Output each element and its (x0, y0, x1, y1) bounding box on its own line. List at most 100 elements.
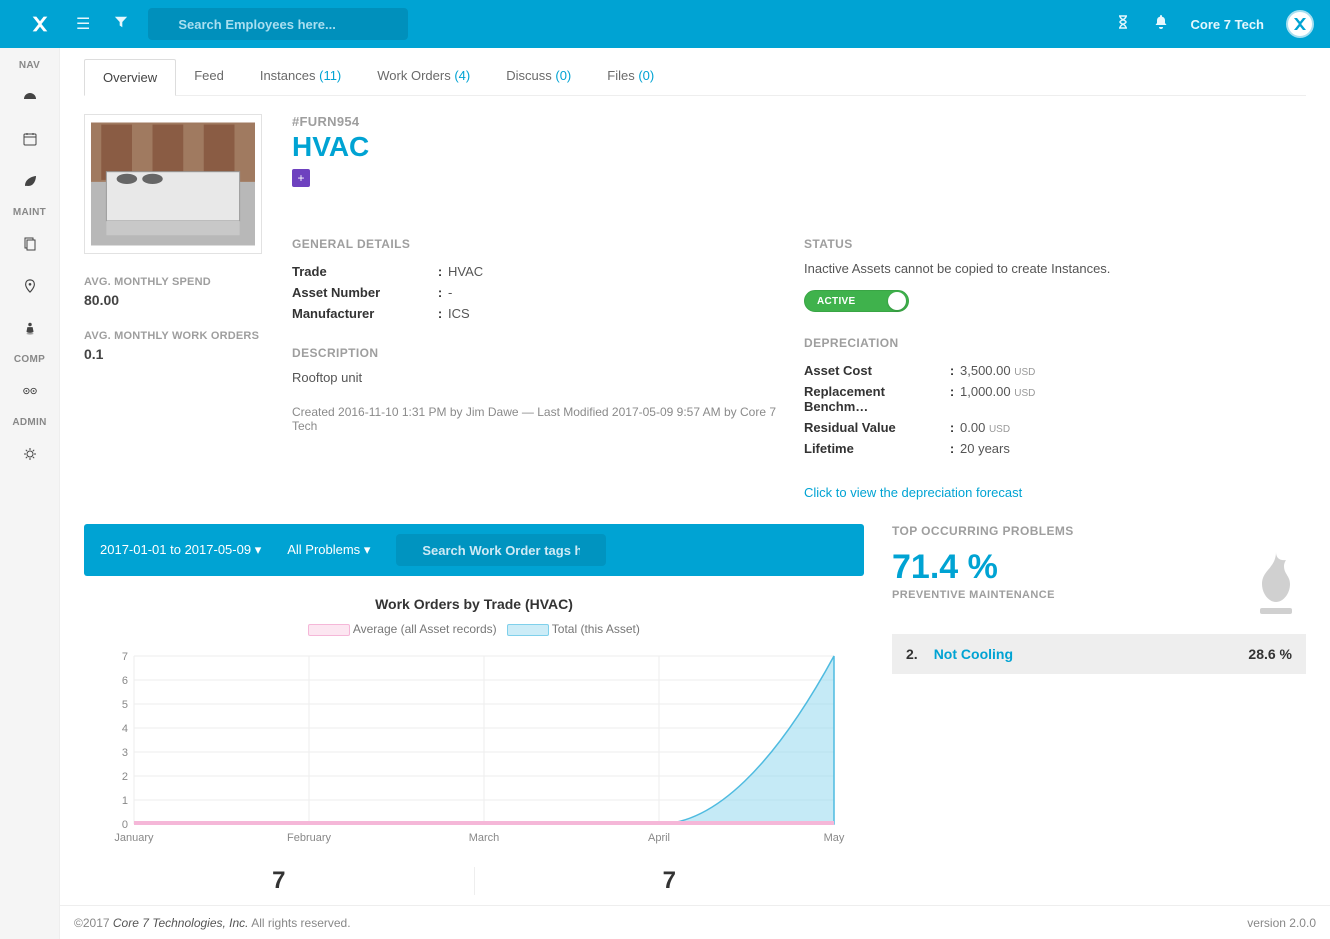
top-bar: ☰ Core 7 Tech (0, 0, 1330, 48)
active-toggle[interactable]: ACTIVE (804, 290, 909, 312)
problems-top-label: PREVENTIVE MAINTENANCE (892, 589, 1306, 601)
colon: : (432, 285, 448, 300)
overview-left-column: AVG. MONTHLY SPEND 80.00 AVG. MONTHLY WO… (84, 114, 264, 500)
problem-row[interactable]: 2. Not Cooling 28.6 % (892, 634, 1306, 674)
tab-files[interactable]: Files (0) (589, 58, 672, 95)
asset-code: #FURN954 (292, 114, 1306, 129)
depreciation-header: DEPRECIATION (804, 336, 1306, 350)
avg-wo-value: 0.1 (84, 346, 264, 362)
global-search-input[interactable] (148, 17, 408, 32)
tab-feed[interactable]: Feed (176, 58, 242, 95)
chart-search[interactable] (396, 534, 606, 566)
chart-toolbar: 2017-01-01 to 2017-05-09 ▾ All Problems … (84, 524, 864, 576)
detail-value: - (448, 285, 452, 300)
colon: : (944, 384, 960, 414)
tab-overview[interactable]: Overview (84, 59, 176, 96)
problems-header: TOP OCCURRING PROBLEMS (892, 524, 1306, 538)
filter-icon[interactable] (102, 15, 140, 34)
details-column: GENERAL DETAILS Trade : HVAC Asset Numbe… (292, 237, 794, 500)
status-note: Inactive Assets cannot be copied to crea… (804, 261, 1306, 276)
overview-main-column: #FURN954 HVAC + GENERAL DETAILS Trade : … (292, 114, 1306, 500)
nav-section-maint: MAINT (13, 207, 46, 218)
avg-wo-label: AVG. MONTHLY WORK ORDERS (84, 330, 264, 342)
detail-label: Residual Value (804, 420, 944, 435)
add-tag-button[interactable]: + (292, 169, 310, 187)
lower-panels: 2017-01-01 to 2017-05-09 ▾ All Problems … (84, 524, 1306, 895)
detail-label: Replacement Benchm… (804, 384, 944, 414)
description-text: Rooftop unit (292, 370, 794, 385)
person-icon[interactable] (10, 312, 50, 344)
leaf-icon[interactable] (10, 165, 50, 197)
description-header: DESCRIPTION (292, 346, 794, 360)
legend-label: Total (this Asset) (552, 622, 640, 636)
detail-label: Trade (292, 264, 432, 279)
tabs: Overview Feed Instances (11) Work Orders… (84, 58, 1306, 96)
svg-text:May: May (824, 832, 845, 844)
problem-number: 2. (906, 646, 918, 662)
status-header: STATUS (804, 237, 1306, 251)
footer-version: version 2.0.0 (1247, 916, 1316, 930)
chart-panel: 2017-01-01 to 2017-05-09 ▾ All Problems … (84, 524, 864, 895)
nav-section-nav: NAV (19, 60, 40, 71)
date-range-picker[interactable]: 2017-01-01 to 2017-05-09 ▾ (100, 542, 261, 558)
avg-spend-label: AVG. MONTHLY SPEND (84, 276, 264, 288)
detail-value: 20 years (960, 441, 1010, 456)
detail-label: Lifetime (804, 441, 944, 456)
current-user-name[interactable]: Core 7 Tech (1191, 17, 1264, 32)
tab-instances[interactable]: Instances (11) (242, 58, 359, 95)
main-area: Overview Feed Instances (11) Work Orders… (60, 48, 1330, 905)
dep-asset-cost: Asset Cost : 3,500.00 USD (804, 360, 1306, 381)
copy-icon[interactable] (10, 228, 50, 260)
footer: ©2017 Core 7 Technologies, Inc. All righ… (60, 905, 1330, 939)
footer-copyright: ©2017 Core 7 Technologies, Inc. All righ… (74, 916, 351, 930)
gears-icon[interactable] (10, 375, 50, 407)
colon: : (432, 264, 448, 279)
gear-icon[interactable] (10, 438, 50, 470)
svg-text:6: 6 (122, 675, 128, 687)
chart-search-input[interactable] (396, 543, 606, 558)
svg-text:5: 5 (122, 699, 128, 711)
menu-icon[interactable]: ☰ (64, 14, 102, 34)
svg-text:2: 2 (122, 771, 128, 783)
forecast-link[interactable]: Click to view the depreciation forecast (804, 485, 1306, 500)
chevron-down-icon: ▾ (364, 542, 371, 557)
detail-value: 0.00 USD (960, 420, 1010, 435)
svg-text:March: March (469, 832, 500, 844)
dashboard-icon[interactable] (10, 81, 50, 113)
avg-spend-value: 80.00 (84, 292, 264, 308)
svg-text:0: 0 (122, 819, 128, 831)
detail-value: 3,500.00 USD (960, 363, 1035, 378)
svg-text:1: 1 (122, 795, 128, 807)
topbar-right: Core 7 Tech (1115, 10, 1314, 38)
legend-swatch-total (507, 624, 549, 636)
left-sidebar: NAV MAINT COMP ADMIN (0, 48, 60, 939)
svg-text:4: 4 (122, 723, 128, 735)
chart-legend: Average (all Asset records) Total (this … (84, 622, 864, 636)
detail-label: Asset Cost (804, 363, 944, 378)
summary-right: 7 (475, 867, 865, 895)
svg-text:January: January (114, 832, 154, 844)
bell-icon[interactable] (1153, 14, 1169, 35)
problems-top-pct: 71.4 % (892, 548, 1306, 587)
toggle-label: ACTIVE (817, 296, 855, 307)
svg-text:7: 7 (122, 651, 128, 663)
problems-filter[interactable]: All Problems ▾ (287, 542, 370, 558)
mid-columns: GENERAL DETAILS Trade : HVAC Asset Numbe… (292, 237, 1306, 500)
global-search[interactable] (148, 8, 408, 40)
colon: : (944, 363, 960, 378)
detail-manufacturer: Manufacturer : ICS (292, 303, 794, 324)
pin-icon[interactable] (10, 270, 50, 302)
legend-label: Average (all Asset records) (353, 622, 497, 636)
dep-residual: Residual Value : 0.00 USD (804, 417, 1306, 438)
calendar-icon[interactable] (10, 123, 50, 155)
flame-icon (1246, 548, 1306, 622)
detail-asset-number: Asset Number : - (292, 282, 794, 303)
detail-value: 1,000.00 USD (960, 384, 1035, 414)
chevron-down-icon: ▾ (255, 542, 262, 557)
hourglass-icon[interactable] (1115, 14, 1131, 35)
detail-label: Asset Number (292, 285, 432, 300)
asset-photo[interactable] (84, 114, 262, 254)
tab-discuss[interactable]: Discuss (0) (488, 58, 589, 95)
avatar[interactable] (1286, 10, 1314, 38)
tab-work-orders[interactable]: Work Orders (4) (359, 58, 488, 95)
